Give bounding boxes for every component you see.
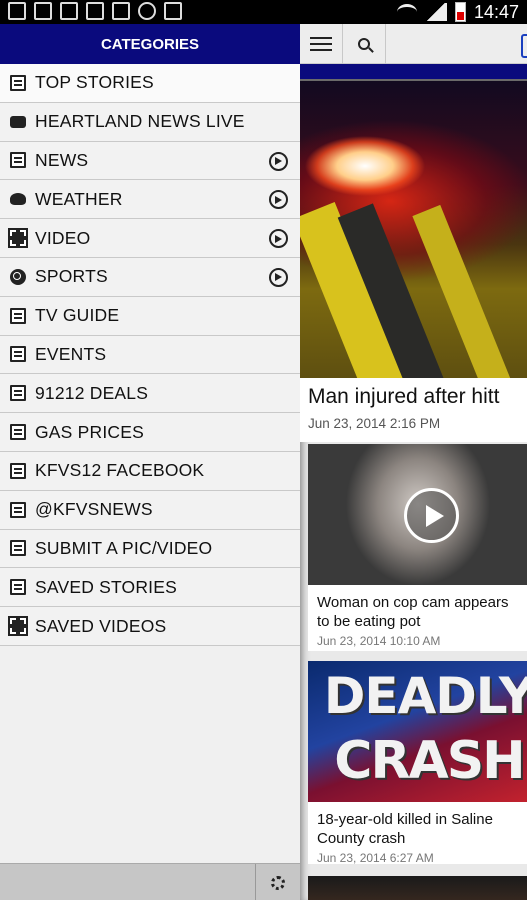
category-item-tv-guide[interactable]: TV GUIDE bbox=[0, 296, 300, 336]
story-date: Jun 23, 2014 6:27 AM bbox=[317, 851, 434, 865]
category-item-gas-prices[interactable]: GAS PRICES bbox=[0, 413, 300, 452]
category-label: SAVED STORIES bbox=[35, 576, 177, 597]
category-label: 91212 DEALS bbox=[35, 382, 149, 403]
category-item-saved-stories[interactable]: SAVED STORIES bbox=[0, 568, 300, 608]
navigation-drawer: CATEGORIES TOP STORIES HEARTLAND NEWS LIV… bbox=[0, 24, 300, 900]
hero-image[interactable] bbox=[300, 81, 527, 378]
document-icon bbox=[10, 501, 26, 518]
category-item-91212-deals[interactable]: 91212 DEALS bbox=[0, 374, 300, 414]
header-accent-bar bbox=[300, 64, 527, 81]
hero-headline[interactable]: Man injured after hitt bbox=[300, 378, 527, 416]
document-icon bbox=[10, 152, 26, 169]
category-label: WEATHER bbox=[35, 188, 123, 209]
search-icon bbox=[358, 38, 370, 50]
sim-icon bbox=[34, 2, 52, 20]
image-icon bbox=[60, 2, 78, 20]
settings-button[interactable] bbox=[255, 864, 300, 900]
weather-cloud-icon bbox=[10, 193, 26, 206]
hamburger-icon bbox=[310, 37, 332, 51]
story-card[interactable]: Woman on cop cam appears to be eating po… bbox=[308, 444, 527, 651]
usb-icon bbox=[8, 2, 26, 20]
mail-icon bbox=[112, 2, 130, 20]
category-item-top-stories[interactable]: TOP STORIES bbox=[0, 64, 300, 103]
story-date: Jun 23, 2014 10:10 AM bbox=[317, 634, 441, 648]
document-icon bbox=[10, 385, 26, 402]
upload-icon bbox=[138, 2, 156, 20]
category-label: TOP STORIES bbox=[35, 72, 154, 93]
category-label: VIDEO bbox=[35, 227, 91, 248]
category-item-kfvs12-facebook[interactable]: KFVS12 FACEBOOK bbox=[0, 451, 300, 491]
drawer-title: CATEGORIES bbox=[0, 24, 300, 64]
document-icon bbox=[10, 74, 26, 91]
category-label: GAS PRICES bbox=[35, 421, 144, 442]
wifi-icon bbox=[396, 4, 417, 20]
download-icon bbox=[86, 2, 104, 20]
ball-icon bbox=[10, 268, 26, 285]
drawer-footer bbox=[0, 863, 300, 900]
logo-icon bbox=[521, 34, 527, 58]
category-item-sports[interactable]: SPORTS bbox=[0, 257, 300, 297]
document-icon bbox=[10, 346, 26, 363]
category-item-saved-videos[interactable]: SAVED VIDEOS bbox=[0, 607, 300, 646]
thumbnail-text: DEADLY bbox=[323, 667, 527, 725]
category-label: SAVED VIDEOS bbox=[35, 615, 167, 636]
document-icon bbox=[10, 307, 26, 324]
chevron-right-icon[interactable] bbox=[269, 151, 288, 171]
search-button[interactable] bbox=[343, 24, 386, 64]
category-item-news[interactable]: NEWS bbox=[0, 141, 300, 181]
category-label: NEWS bbox=[35, 149, 89, 170]
category-item-heartland-news-live[interactable]: HEARTLAND NEWS LIVE bbox=[0, 102, 300, 142]
clock: 14:47 bbox=[473, 1, 519, 22]
chevron-right-icon[interactable] bbox=[269, 190, 288, 210]
category-list: TOP STORIES HEARTLAND NEWS LIVE NEWS WEATHE… bbox=[0, 64, 300, 646]
category-item-events[interactable]: EVENTS bbox=[0, 335, 300, 375]
category-label: HEARTLAND NEWS LIVE bbox=[35, 111, 245, 132]
story-headline[interactable]: Woman on cop cam appears to be eating po… bbox=[308, 585, 527, 631]
category-item-weather[interactable]: WEATHER bbox=[0, 180, 300, 220]
category-label: EVENTS bbox=[35, 343, 107, 364]
thumbnail-text: CRASH bbox=[334, 731, 525, 791]
category-label: @KFVSNEWS bbox=[35, 499, 153, 520]
saved-document-icon bbox=[10, 579, 26, 596]
notification-icons bbox=[8, 2, 182, 20]
category-label: SUBMIT A PIC/VIDEO bbox=[35, 537, 213, 558]
category-item-video[interactable]: VIDEO bbox=[0, 219, 300, 258]
check-icon bbox=[164, 2, 182, 20]
category-label: TV GUIDE bbox=[35, 305, 120, 326]
hero-date: Jun 23, 2014 2:16 PM bbox=[300, 416, 527, 442]
document-icon bbox=[10, 424, 26, 441]
chevron-right-icon[interactable] bbox=[269, 267, 288, 287]
story-thumbnail[interactable] bbox=[308, 876, 527, 900]
status-bar: 14:47 bbox=[0, 0, 527, 24]
film-icon bbox=[8, 616, 28, 637]
video-camera-icon bbox=[10, 115, 26, 128]
toolbar bbox=[300, 24, 527, 64]
film-icon bbox=[8, 228, 28, 249]
story-thumbnail[interactable]: DEADLY CRASH bbox=[308, 661, 527, 802]
story-headline[interactable]: 18-year-old killed in Saline County cras… bbox=[308, 802, 527, 848]
main-content: Man injured after hitt Jun 23, 2014 2:16… bbox=[300, 24, 527, 900]
signal-icon bbox=[424, 3, 447, 21]
battery-icon bbox=[454, 2, 466, 22]
category-item-kfvsnews[interactable]: @KFVSNEWS bbox=[0, 490, 300, 530]
document-icon bbox=[10, 462, 26, 479]
story-card[interactable] bbox=[308, 876, 527, 900]
category-label: SPORTS bbox=[35, 266, 108, 287]
menu-button[interactable] bbox=[300, 24, 343, 64]
gear-icon bbox=[271, 875, 285, 890]
category-item-submit-a-pic-video[interactable]: SUBMIT A PIC/VIDEO bbox=[0, 529, 300, 569]
chevron-right-icon[interactable] bbox=[269, 229, 288, 249]
story-thumbnail[interactable] bbox=[308, 444, 527, 585]
document-icon bbox=[10, 540, 26, 557]
story-card[interactable]: DEADLY CRASH 18-year-old killed in Salin… bbox=[308, 661, 527, 865]
category-label: KFVS12 FACEBOOK bbox=[35, 460, 205, 481]
play-icon[interactable] bbox=[404, 488, 459, 543]
